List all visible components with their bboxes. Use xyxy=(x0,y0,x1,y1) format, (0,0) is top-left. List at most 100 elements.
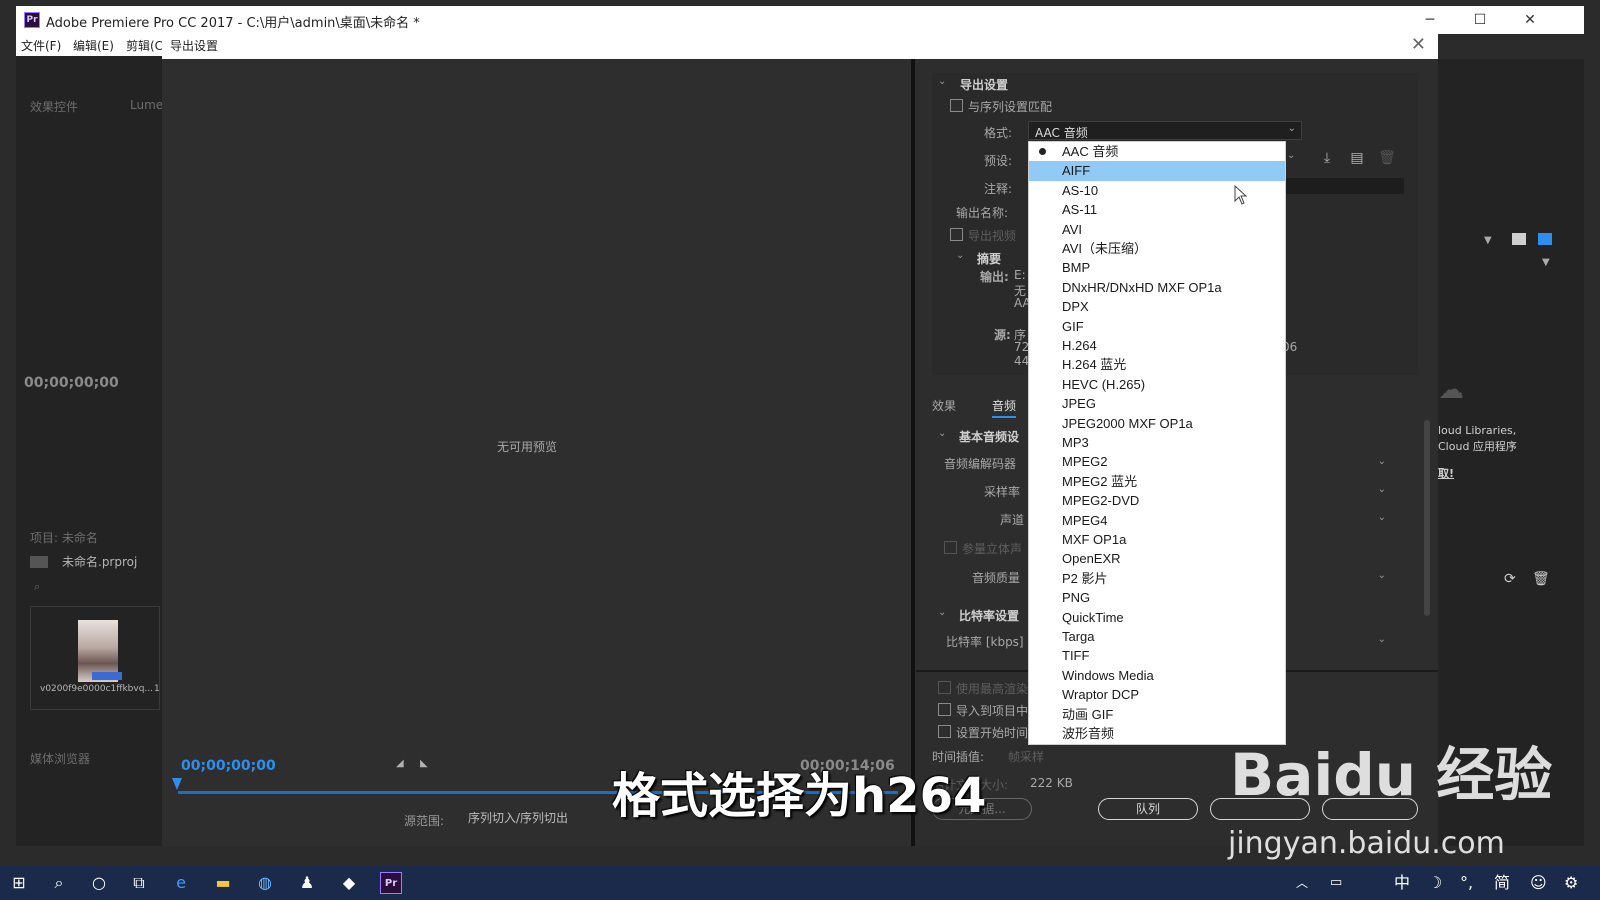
audio-quality-label: 音频质量 xyxy=(972,571,1021,585)
maximize-button[interactable]: ☐ xyxy=(1462,8,1498,32)
format-option[interactable]: JPEG2000 MXF OP1a xyxy=(1029,414,1285,433)
save-preset-icon[interactable]: ⤓ xyxy=(1318,150,1336,166)
chevron-down-icon: ⌄ xyxy=(1377,456,1386,467)
cortana-icon[interactable]: ○ xyxy=(88,872,110,894)
format-option[interactable]: AIFF xyxy=(1029,161,1285,181)
tray-expand-icon[interactable]: ︿ xyxy=(1296,872,1308,894)
settings-scrollbar[interactable] xyxy=(1424,420,1430,616)
ime-simplified-label[interactable]: 简 xyxy=(1494,872,1510,894)
menu-edit[interactable]: 编辑(E) xyxy=(73,37,114,54)
close-app-button[interactable]: ✕ xyxy=(1512,8,1548,32)
audio-quality-select[interactable]: ⌄ xyxy=(1270,569,1390,587)
premiere-logo-icon: Pr xyxy=(24,12,40,28)
channels-select[interactable]: ⌄ xyxy=(1270,511,1390,529)
bitrate-chevron-icon[interactable]: ⌄ xyxy=(938,607,946,618)
minimize-button[interactable]: ─ xyxy=(1412,8,1448,32)
format-option[interactable]: AAC 音频 xyxy=(1029,142,1285,161)
basic-audio-chevron-icon[interactable]: ⌄ xyxy=(938,428,946,439)
import-project-checkbox[interactable] xyxy=(938,703,951,716)
app-titlebar: Pr Adobe Premiere Pro CC 2017 - C:\用户\ad… xyxy=(16,6,1584,34)
trash-icon[interactable]: 🗑 xyxy=(1532,571,1550,587)
format-option[interactable]: QuickTime xyxy=(1029,608,1285,627)
library-chevron-icon[interactable]: ▼ xyxy=(1542,257,1550,268)
format-option[interactable]: H.264 xyxy=(1029,336,1285,355)
app-icon[interactable]: ◆ xyxy=(338,872,360,894)
source-range-value: 序列切入/序列切出 xyxy=(468,811,569,825)
format-option[interactable]: AVI xyxy=(1029,220,1285,239)
format-option[interactable]: PNG xyxy=(1029,588,1285,607)
format-option[interactable]: 动画 GIF xyxy=(1029,705,1285,724)
cc-link[interactable]: 取! xyxy=(1438,465,1454,481)
format-option[interactable]: H.264 蓝光 xyxy=(1029,355,1285,374)
comment-field[interactable] xyxy=(1286,178,1404,194)
format-dropdown-list[interactable]: AAC 音频 AIFF AS-10 AS-11 AVI AVI（未压缩） BMP DNxHR/… xyxy=(1028,141,1286,745)
format-option[interactable]: MPEG2-DVD xyxy=(1029,491,1285,510)
max-render-checkbox[interactable] xyxy=(938,681,951,694)
edge-browser-icon[interactable]: e xyxy=(170,872,192,894)
queue-button[interactable]: 队列 xyxy=(1098,798,1198,820)
sample-rate-select[interactable]: ⌄ xyxy=(1270,483,1390,501)
task-view-icon[interactable]: ⧉ xyxy=(128,872,150,894)
windows-start-icon[interactable]: ⊞ xyxy=(8,872,30,894)
preview-timecode-start[interactable]: 00;00;00;00 xyxy=(181,758,276,774)
format-option[interactable]: HEVC (H.265) xyxy=(1029,375,1285,394)
start-timecode-checkbox[interactable] xyxy=(938,725,951,738)
set-in-point-icon[interactable]: ◢ xyxy=(396,758,408,770)
tab-effects[interactable]: 效果 xyxy=(932,397,956,414)
panel-menu-chevron-icon[interactable]: ▼ xyxy=(1484,235,1492,246)
format-option[interactable]: MPEG4 xyxy=(1029,511,1285,530)
format-option[interactable]: AVI（未压缩） xyxy=(1029,239,1285,258)
search-icon[interactable]: ⌕ xyxy=(48,872,70,894)
format-option[interactable]: OpenEXR xyxy=(1029,549,1285,568)
format-option[interactable]: MXF OP1a xyxy=(1029,530,1285,549)
format-option[interactable]: Wraptor DCP xyxy=(1029,685,1285,704)
set-out-point-icon[interactable]: ◣ xyxy=(420,758,432,770)
format-option[interactable]: MPEG2 蓝光 xyxy=(1029,472,1285,491)
collapse-chevron-icon[interactable]: ⌄ xyxy=(938,76,946,87)
emoji-icon[interactable]: ☺ xyxy=(1530,872,1547,894)
tab-effect-controls[interactable]: 效果控件 xyxy=(30,98,78,115)
menu-file[interactable]: 文件(F) xyxy=(21,37,61,54)
cc-libraries-line1: loud Libraries, xyxy=(1438,424,1517,437)
param-stereo-checkbox[interactable] xyxy=(944,541,957,554)
format-option[interactable]: BMP xyxy=(1029,258,1285,277)
format-option[interactable]: DNxHR/DNxHD MXF OP1a xyxy=(1029,278,1285,297)
bitrate-select[interactable]: ⌄ xyxy=(1270,633,1390,651)
audio-codec-select[interactable]: ⌄ xyxy=(1270,455,1390,473)
time-interp-value[interactable]: 帧采样 xyxy=(1008,748,1044,765)
moon-icon[interactable]: ☽ xyxy=(1428,872,1442,894)
format-option[interactable]: MP3 xyxy=(1029,433,1285,452)
format-option[interactable]: TIFF xyxy=(1029,646,1285,665)
format-option[interactable]: Targa xyxy=(1029,627,1285,646)
premiere-taskbar-icon[interactable]: Pr xyxy=(380,872,402,894)
search-icon[interactable]: ⌕ xyxy=(34,580,40,594)
format-option[interactable]: P2 影片 xyxy=(1029,569,1285,588)
menu-clip[interactable]: 剪辑(C xyxy=(126,37,163,54)
match-sequence-checkbox[interactable] xyxy=(950,99,963,112)
format-option[interactable]: JPEG xyxy=(1029,394,1285,413)
format-option[interactable]: Windows Media xyxy=(1029,666,1285,685)
close-dialog-button[interactable]: ✕ xyxy=(1411,34,1426,55)
preset-chevron-icon[interactable]: ⌄ xyxy=(1287,150,1295,161)
format-option[interactable]: DPX xyxy=(1029,297,1285,316)
import-preset-icon[interactable]: ▤ xyxy=(1348,150,1366,166)
delete-preset-icon[interactable]: 🗑 xyxy=(1378,150,1396,166)
format-select[interactable]: AAC 音频 ⌄ xyxy=(1028,121,1302,140)
ime-chinese-label[interactable]: 中 xyxy=(1394,872,1410,894)
file-explorer-icon[interactable]: ▬ xyxy=(212,872,234,894)
qq-icon[interactable]: ♟ xyxy=(296,872,318,894)
match-sequence-label: 与序列设置匹配 xyxy=(968,100,1053,114)
grid-view-icon[interactable] xyxy=(1512,233,1526,245)
sync-icon[interactable]: ⟳ xyxy=(1504,571,1516,587)
tab-lumetri[interactable]: Lume xyxy=(130,98,163,112)
format-option[interactable]: MPEG2 xyxy=(1029,452,1285,471)
network-icon[interactable]: ▭ xyxy=(1330,872,1342,894)
summary-chevron-icon[interactable]: ⌄ xyxy=(956,250,964,261)
format-option[interactable]: GIF xyxy=(1029,317,1285,336)
settings-gear-icon[interactable]: ⚙ xyxy=(1564,872,1578,894)
tab-audio[interactable]: 音频 xyxy=(992,397,1017,418)
punctuation-icon[interactable]: °, xyxy=(1460,872,1473,894)
browser-icon[interactable]: ◍ xyxy=(254,872,276,894)
export-video-checkbox[interactable] xyxy=(950,228,963,241)
list-view-icon[interactable] xyxy=(1538,233,1552,245)
